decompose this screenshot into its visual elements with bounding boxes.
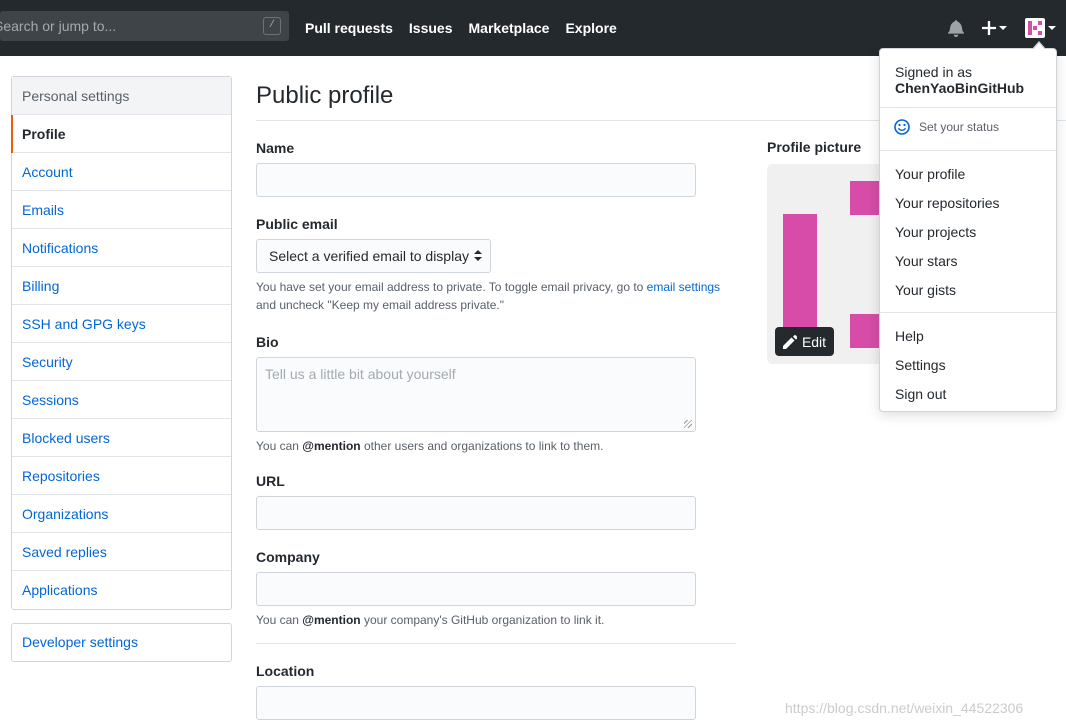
company-label: Company xyxy=(256,549,320,565)
name-input[interactable] xyxy=(257,164,695,196)
dropdown-divider xyxy=(880,107,1056,108)
search-input[interactable] xyxy=(0,11,250,41)
menu-item-your-gists[interactable]: Your gists xyxy=(895,282,956,298)
bio-note-pre: You can xyxy=(256,439,303,453)
email-settings-link[interactable]: email settings xyxy=(647,280,720,294)
menu-item-your-stars[interactable]: Your stars xyxy=(895,253,958,269)
name-label: Name xyxy=(256,140,295,156)
url-field-wrap xyxy=(256,496,696,530)
company-note: You can @mention your company's GitHub o… xyxy=(256,611,604,629)
header-nav: Pull requests Issues Marketplace Explore xyxy=(305,0,633,56)
user-menu-button[interactable] xyxy=(1025,16,1056,40)
public-email-select-value: Select a verified email to display xyxy=(269,248,469,264)
sidebar-item-emails[interactable]: Emails xyxy=(12,191,231,229)
nav-issues[interactable]: Issues xyxy=(409,20,453,36)
url-label: URL xyxy=(256,473,285,489)
page-title: Public profile xyxy=(256,82,394,109)
email-note-text: You have set your email address to priva… xyxy=(256,280,647,294)
notifications-bell-icon[interactable] xyxy=(948,16,964,40)
sidebar-item-account[interactable]: Account xyxy=(12,153,231,191)
nav-pull-requests[interactable]: Pull requests xyxy=(305,20,393,36)
create-new-button[interactable] xyxy=(982,16,1007,40)
bio-note: You can @mention other users and organiz… xyxy=(256,437,603,455)
signed-in-label: Signed in as xyxy=(895,64,973,80)
menu-item-sign-out[interactable]: Sign out xyxy=(895,386,946,402)
bio-note-mention: @mention xyxy=(302,439,361,453)
company-field-wrap xyxy=(256,572,696,606)
sidebar-item-security[interactable]: Security xyxy=(12,343,231,381)
sidebar-item-profile[interactable]: Profile xyxy=(11,115,231,153)
menu-item-your-repositories[interactable]: Your repositories xyxy=(895,195,1000,211)
watermark: https://blog.csdn.net/weixin_44522306 xyxy=(785,700,1024,716)
plus-icon xyxy=(982,21,996,35)
sidebar-item-organizations[interactable]: Organizations xyxy=(12,495,231,533)
search-shortcut-hint: / xyxy=(263,17,281,35)
email-privacy-note: You have set your email address to priva… xyxy=(256,278,720,314)
settings-sidebar: Personal settings Profile Account Emails… xyxy=(11,76,232,610)
company-input[interactable] xyxy=(257,573,695,605)
set-status-label: Set your status xyxy=(919,120,1000,134)
sidebar-item-sessions[interactable]: Sessions xyxy=(12,381,231,419)
email-note-text-2: and uncheck "Keep my email address priva… xyxy=(256,298,504,312)
location-label: Location xyxy=(256,663,315,679)
menu-item-settings[interactable]: Settings xyxy=(895,357,946,373)
dropdown-divider xyxy=(880,312,1056,313)
name-field-wrap xyxy=(256,163,696,197)
smiley-icon xyxy=(894,119,910,135)
set-status-item[interactable]: Set your status xyxy=(894,119,999,135)
edit-label: Edit xyxy=(801,333,827,350)
sidebar-item-billing[interactable]: Billing xyxy=(12,267,231,305)
section-divider xyxy=(256,643,736,644)
company-note-post: your company's GitHub organization to li… xyxy=(360,613,605,627)
nav-explore[interactable]: Explore xyxy=(565,20,616,36)
sidebar-item-ssh-gpg-keys[interactable]: SSH and GPG keys xyxy=(12,305,231,343)
bio-textarea[interactable] xyxy=(257,358,695,431)
public-email-select[interactable]: Select a verified email to display xyxy=(256,239,491,273)
company-note-mention: @mention xyxy=(302,613,361,627)
avatar xyxy=(1025,18,1045,38)
menu-item-help[interactable]: Help xyxy=(895,328,924,344)
search-box[interactable]: / xyxy=(0,11,289,41)
public-email-label: Public email xyxy=(256,216,338,232)
menu-item-your-profile[interactable]: Your profile xyxy=(895,166,965,182)
chevron-down-icon xyxy=(1048,26,1056,30)
chevron-down-icon xyxy=(999,26,1007,30)
sidebar-item-saved-replies[interactable]: Saved replies xyxy=(12,533,231,571)
edit-picture-button[interactable]: Edit xyxy=(775,327,834,356)
location-input[interactable] xyxy=(257,687,695,719)
resize-handle-icon[interactable] xyxy=(684,420,692,428)
select-arrows-icon xyxy=(474,250,482,262)
bio-note-post: other users and organizations to link to… xyxy=(360,439,604,453)
url-input[interactable] xyxy=(257,497,695,529)
company-note-pre: You can xyxy=(256,613,303,627)
profile-picture-label: Profile picture xyxy=(767,139,862,155)
location-field-wrap xyxy=(256,686,696,720)
sidebar-item-developer-settings[interactable]: Developer settings xyxy=(11,623,232,662)
sidebar-item-applications[interactable]: Applications xyxy=(12,571,231,609)
pencil-icon xyxy=(782,334,797,349)
sidebar-item-blocked-users[interactable]: Blocked users xyxy=(12,419,231,457)
sidebar-item-repositories[interactable]: Repositories xyxy=(12,457,231,495)
menu-item-your-projects[interactable]: Your projects xyxy=(895,224,976,240)
bio-label: Bio xyxy=(256,334,279,350)
sidebar-item-notifications[interactable]: Notifications xyxy=(12,229,231,267)
sidebar-heading: Personal settings xyxy=(12,77,231,115)
signed-in-username[interactable]: ChenYaoBinGitHub xyxy=(895,80,1024,96)
nav-marketplace[interactable]: Marketplace xyxy=(469,20,550,36)
bio-field-wrap xyxy=(256,357,696,432)
user-dropdown-menu: Signed in as ChenYaoBinGitHub Set your s… xyxy=(879,41,1057,412)
dropdown-divider xyxy=(880,150,1056,151)
